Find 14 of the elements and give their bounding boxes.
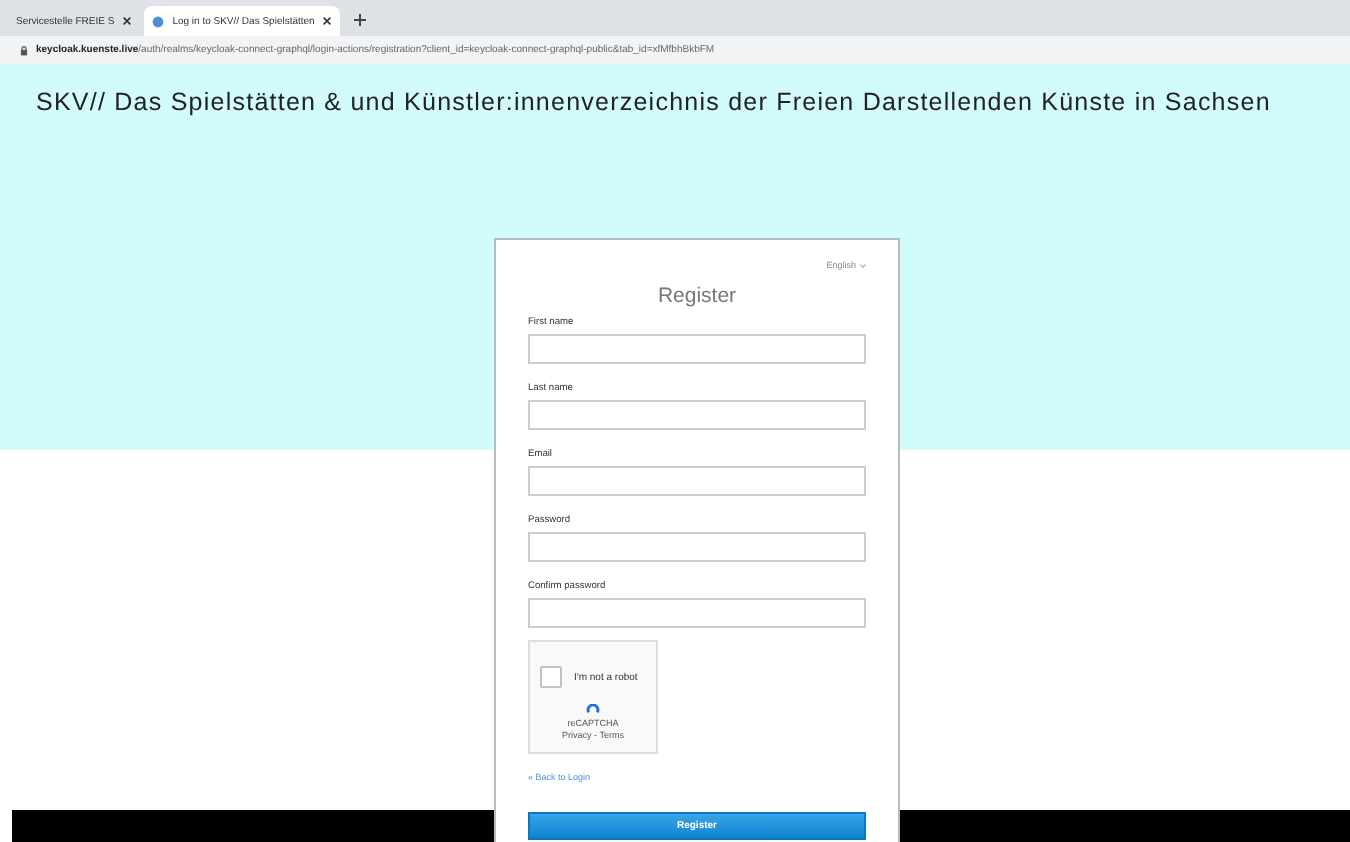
input-field[interactable]: [528, 400, 866, 430]
input-field[interactable]: [528, 532, 866, 562]
site-title: SKV// Das Spielstätten & und Künstler:innenverzeichnis der Freien Darstellenden Künste in Sachsen: [34, 86, 1273, 116]
input-field[interactable]: [528, 334, 866, 364]
captcha-logo-icon: [586, 704, 600, 718]
new-tab-icon[interactable]: [354, 14, 367, 26]
input-field[interactable]: [528, 466, 866, 496]
form-title: Register: [655, 284, 739, 308]
input-field[interactable]: [528, 598, 866, 628]
close-icon[interactable]: [122, 16, 133, 26]
close-icon[interactable]: [322, 16, 333, 26]
caret-icon: [860, 263, 866, 267]
lock-icon: [20, 45, 28, 55]
captcha-checkbox[interactable]: [540, 666, 562, 688]
